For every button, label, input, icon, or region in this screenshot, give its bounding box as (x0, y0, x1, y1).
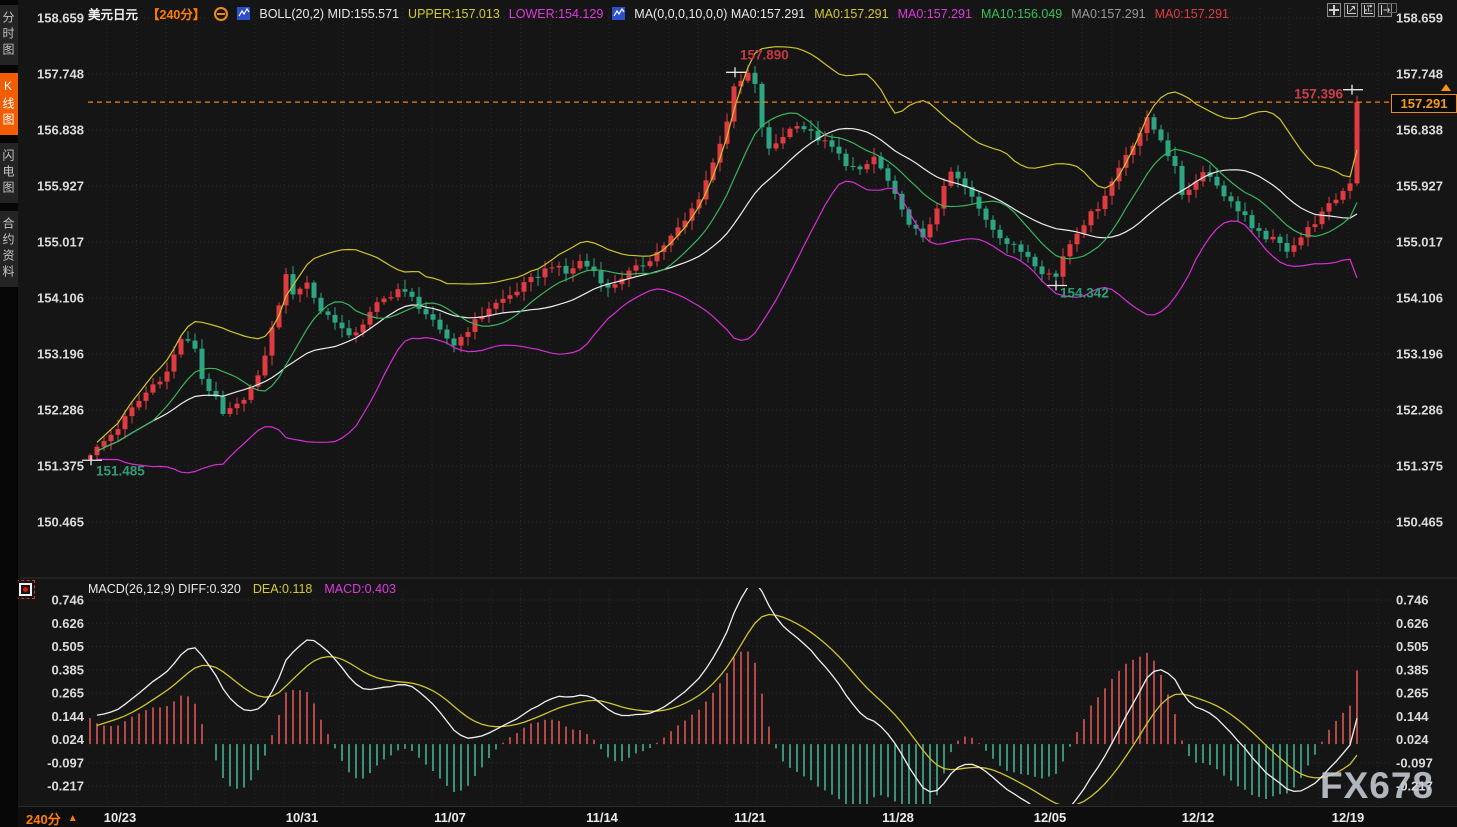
watermark-logo: FX678 (1320, 765, 1434, 807)
ma0-value-yellow: MA0:157.291 (814, 7, 888, 21)
annotation-price-text: 154.342 (1060, 286, 1109, 301)
x-axis-label: 12/12 (1182, 810, 1215, 825)
price-axis-label-right: 153.196 (1396, 347, 1443, 362)
macd-diff-value: MACD(26,12,9) DIFF:0.320 (88, 582, 241, 596)
x-axis-label: 12/19 (1332, 810, 1365, 825)
price-axis-label-right: 157.748 (1396, 67, 1443, 82)
price-axis-label-left: 151.375 (37, 459, 84, 474)
macd-legend: MACD(26,12,9) DIFF:0.320 DEA:0.118 MACD:… (88, 582, 396, 596)
grid-lines (88, 8, 1390, 803)
macd-histogram (90, 582, 1357, 819)
price-axis-label-right: 0.746 (1396, 593, 1429, 608)
price-axis-label-right: 0.385 (1396, 662, 1429, 677)
macd-macd-value: MACD:0.403 (324, 582, 396, 596)
price-axis-label-right: 152.286 (1396, 403, 1443, 418)
x-axis-label: 11/28 (882, 810, 914, 825)
sidebar-tab-contract-info[interactable]: 合约资料 (0, 211, 18, 287)
x-axis-strip: 10/23 10/31 11/07 11/14 11/21 11/28 12/05 12/12… (0, 806, 1457, 827)
price-axis-label-right: 151.375 (1396, 459, 1443, 474)
up-triangle-icon: ▲ (68, 813, 78, 824)
ma0-value-gray: MA0:157.291 (1071, 7, 1145, 21)
red-dot (23, 587, 28, 592)
price-annotation: 157.396 (1294, 85, 1363, 102)
price-axis-label-left: 153.196 (37, 347, 84, 362)
price-axis-label-left: 0.746 (51, 593, 84, 608)
price-axis-label-right: 0.626 (1396, 616, 1429, 631)
price-axis-label-right: 156.838 (1396, 123, 1443, 138)
price-axis-label-left: 157.748 (37, 67, 84, 82)
chart-toolbar (1327, 3, 1392, 17)
sidebar-tab-lightning[interactable]: 闪电图 (0, 143, 18, 203)
price-axis-label-right: 0.265 (1396, 686, 1429, 701)
x-axis-label: 11/07 (434, 810, 466, 825)
price-axis-label-left: 0.024 (51, 732, 84, 747)
price-axis-label-left: 0.265 (51, 686, 84, 701)
price-axis-label-right: 158.659 (1396, 11, 1443, 26)
price-axis-label-left: 154.106 (37, 291, 84, 306)
boll-upper-line (97, 47, 1357, 443)
ma0-value-white: MA(0,0,0,10,0,0) MA0:157.291 (634, 7, 805, 21)
sidebar-tab-timeshare[interactable]: 分时图 (0, 5, 18, 65)
annotation-price-text: 157.890 (740, 47, 789, 62)
price-axis-label-left: 152.286 (37, 403, 84, 418)
price-up-triangle-icon (1441, 84, 1451, 91)
price-axis-label-right: 0.505 (1396, 639, 1429, 654)
x-axis-label: 11/14 (586, 810, 618, 825)
symbol-name: 美元日元 (88, 4, 138, 23)
footer-period-label: 240分 (26, 809, 61, 827)
price-axis-label-left: 0.626 (51, 616, 84, 631)
price-axis-label-left: 158.659 (37, 11, 84, 26)
price-axis-label-left: 0.385 (51, 662, 84, 677)
boll-mid-value: BOLL(20,2) MID:155.571 (259, 7, 399, 21)
x-axis-label: 11/21 (734, 810, 766, 825)
price-axis-label-left: 0.144 (51, 709, 84, 724)
x-axis-label: 10/23 (104, 810, 137, 825)
price-axis-label-left: 155.927 (37, 179, 84, 194)
price-axis-label-right: 0.024 (1396, 732, 1429, 747)
sidebar-tab-kline[interactable]: K线图 (0, 73, 18, 135)
x-axis-label: 10/31 (286, 810, 319, 825)
price-axis-label-left: 150.465 (37, 515, 84, 530)
ma10-value-green: MA10:156.049 (981, 7, 1062, 21)
period-label[interactable]: 【240分】 (147, 4, 205, 23)
current-price-tag: 157.291 (1391, 94, 1457, 113)
price-axis-label-right: 0.144 (1396, 709, 1429, 724)
x-axis-label: 12/05 (1034, 810, 1067, 825)
price-axis-label-left: 156.838 (37, 123, 84, 138)
price-axis-label-right: 150.465 (1396, 515, 1443, 530)
axis-settings-icon[interactable] (1387, 3, 1397, 13)
sidebar: 分时图 K线图 闪电图 合约资料 (0, 0, 18, 827)
price-axis-label-left: -0.097 (47, 755, 84, 770)
price-annotation: 151.485 (82, 455, 145, 478)
price-axis-label-left: 155.017 (37, 235, 84, 250)
price-axis-label-left: -0.217 (47, 779, 84, 794)
live-marker-icon[interactable] (19, 583, 32, 596)
annotation-price-text: 151.485 (96, 463, 145, 478)
chart-settings-icon[interactable] (214, 7, 228, 21)
ma-indicator-icon[interactable] (612, 7, 625, 20)
boll-lower-line (97, 181, 1357, 473)
boll-upper-value: UPPER:157.013 (408, 7, 500, 21)
ma0-value-red: MA0:157.291 (1155, 7, 1229, 21)
axis-labels: 158.659 158.659 157.748 157.748 156.838 156.8… (37, 11, 1443, 794)
price-axis-label-right: 155.927 (1396, 179, 1443, 194)
boll-lower-value: LOWER:154.129 (509, 7, 604, 21)
ma0-value-magenta: MA0:157.291 (898, 7, 972, 21)
price-axis-label-right: 154.106 (1396, 291, 1443, 306)
macd-dea-value: DEA:0.118 (253, 582, 313, 596)
grid-layout-icon[interactable] (1327, 3, 1341, 17)
indicator-legend: 美元日元 【240分】 BOLL(20,2) MID:155.571 UPPER… (88, 4, 1229, 23)
trading-app-window: 分时图 K线图 闪电图 合约资料 158.659 158.659 157.748 15… (0, 0, 1457, 827)
price-axis-label-right: 155.017 (1396, 235, 1443, 250)
scale-left-icon[interactable] (1344, 3, 1358, 17)
annotation-price-text: 157.396 (1294, 87, 1343, 102)
candlestick-series (88, 47, 1360, 473)
scale-right-icon[interactable] (1361, 3, 1375, 17)
footer-period[interactable]: 240分 ▲ (26, 809, 78, 827)
boll-indicator-icon[interactable] (237, 7, 250, 20)
chart-canvas[interactable]: 158.659 158.659 157.748 157.748 156.838 156.8… (0, 0, 1457, 827)
price-axis-label-left: 0.505 (51, 639, 84, 654)
